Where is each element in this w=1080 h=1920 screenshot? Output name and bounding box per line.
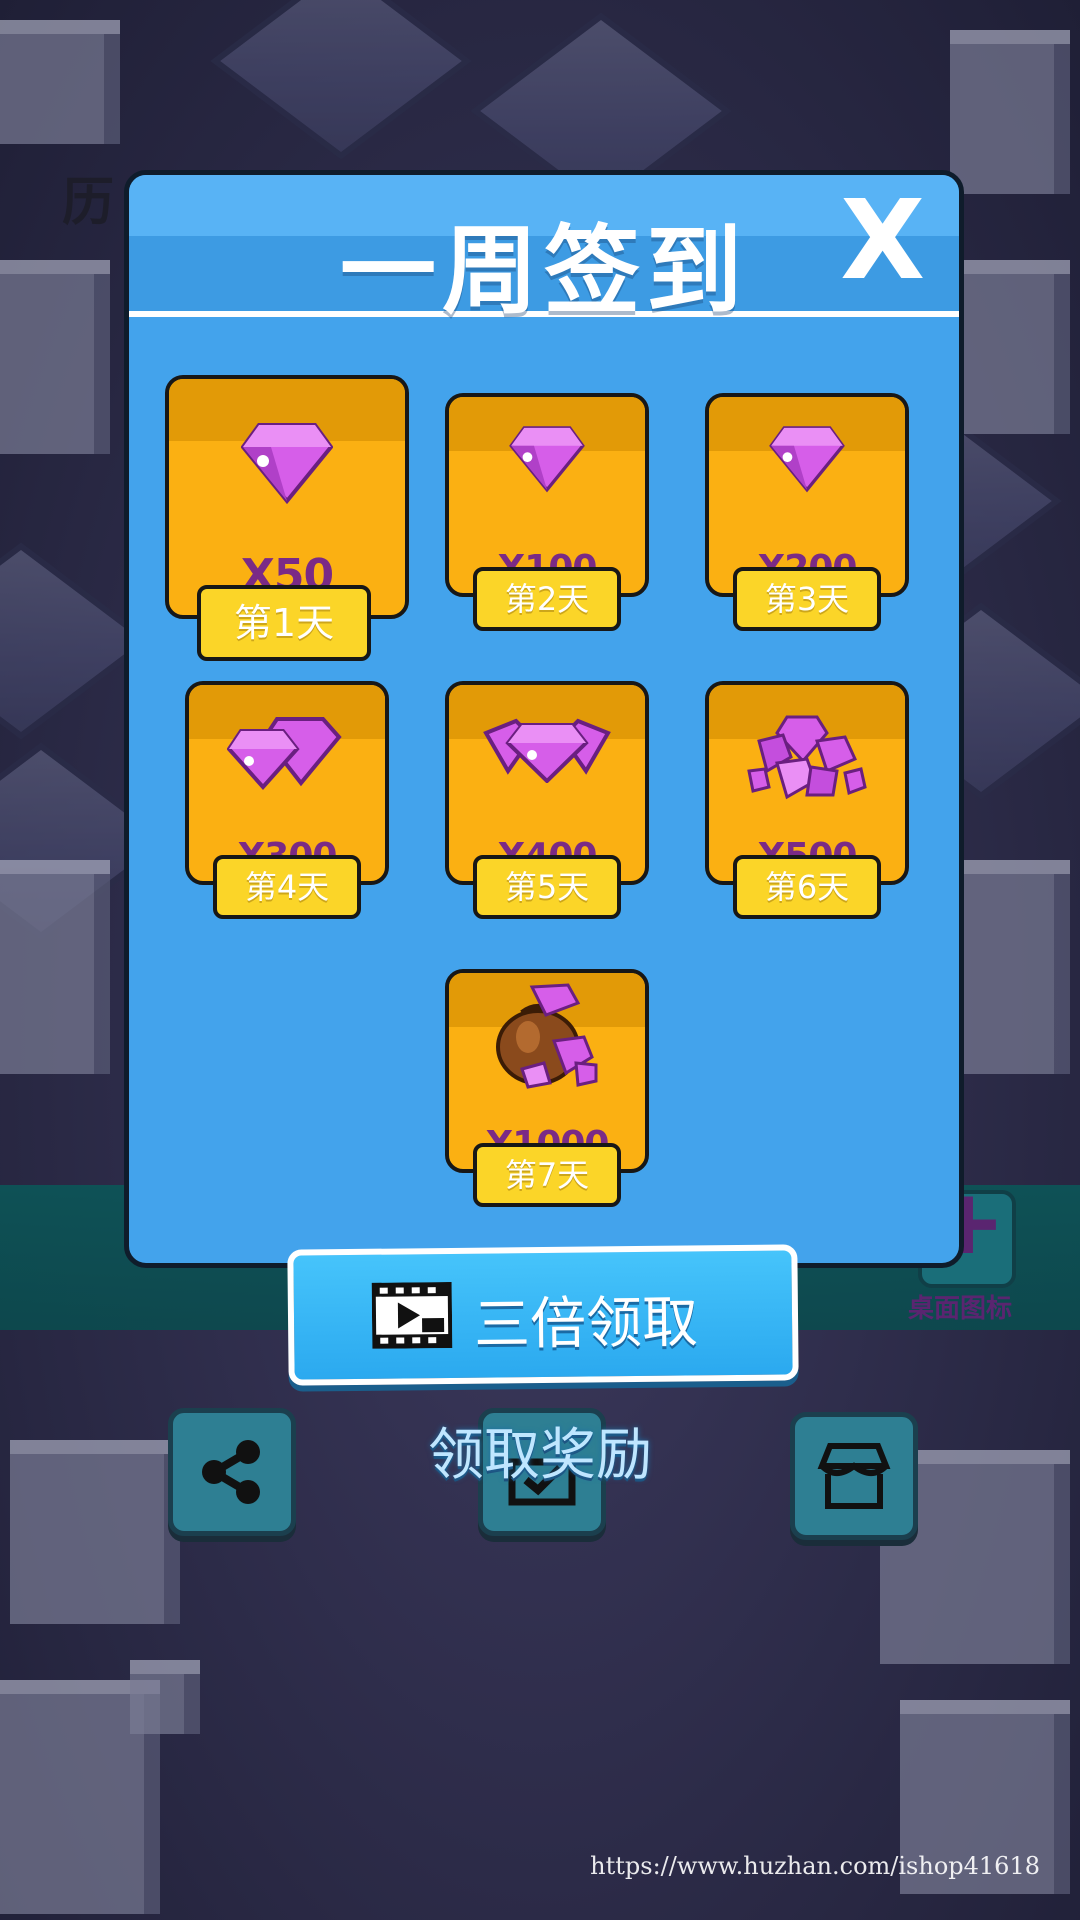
video-ad-icon xyxy=(371,1281,453,1349)
watermark: https://www.huzhan.com/ishop41618 xyxy=(590,1852,1040,1880)
day-label: 第2天 xyxy=(473,567,621,631)
building-block xyxy=(0,260,110,454)
day-label: 第3天 xyxy=(733,567,881,631)
desktop-icon-label: 桌面图标 xyxy=(908,1294,1013,1324)
claim-reward-button[interactable]: 领取奖励 xyxy=(0,1410,1080,1491)
two-gems-icon xyxy=(227,717,342,790)
building-block xyxy=(130,1660,200,1734)
floor-tile xyxy=(210,0,472,160)
gem-sack-icon xyxy=(496,983,598,1089)
building-block xyxy=(960,260,1070,434)
building-block xyxy=(0,20,120,144)
day-label: 第4天 xyxy=(213,855,361,919)
single-gem-icon xyxy=(769,426,845,493)
three-gems-icon xyxy=(483,718,611,783)
day-label: 第1天 xyxy=(197,585,371,661)
triple-claim-label: 三倍领取 xyxy=(473,1290,699,1358)
building-block xyxy=(950,30,1070,194)
gem-pile-icon xyxy=(747,715,867,800)
day-label: 第7天 xyxy=(473,1143,621,1207)
building-block xyxy=(0,860,110,1074)
building-block xyxy=(960,860,1070,1074)
single-gem-icon xyxy=(509,426,585,493)
reward-card-day1[interactable]: X50 xyxy=(165,375,409,619)
history-label: 历 xyxy=(62,173,115,233)
weekly-checkin-dialog: 一周签到 X X50 第1天 X100 第2天 X2 xyxy=(124,170,964,1268)
day-label: 第5天 xyxy=(473,855,621,919)
triple-claim-button[interactable]: 三倍领取 xyxy=(287,1244,799,1386)
close-button[interactable]: X xyxy=(840,185,925,295)
day-label: 第6天 xyxy=(733,855,881,919)
dialog-title: 一周签到 xyxy=(340,215,748,327)
single-gem-icon xyxy=(241,423,333,505)
